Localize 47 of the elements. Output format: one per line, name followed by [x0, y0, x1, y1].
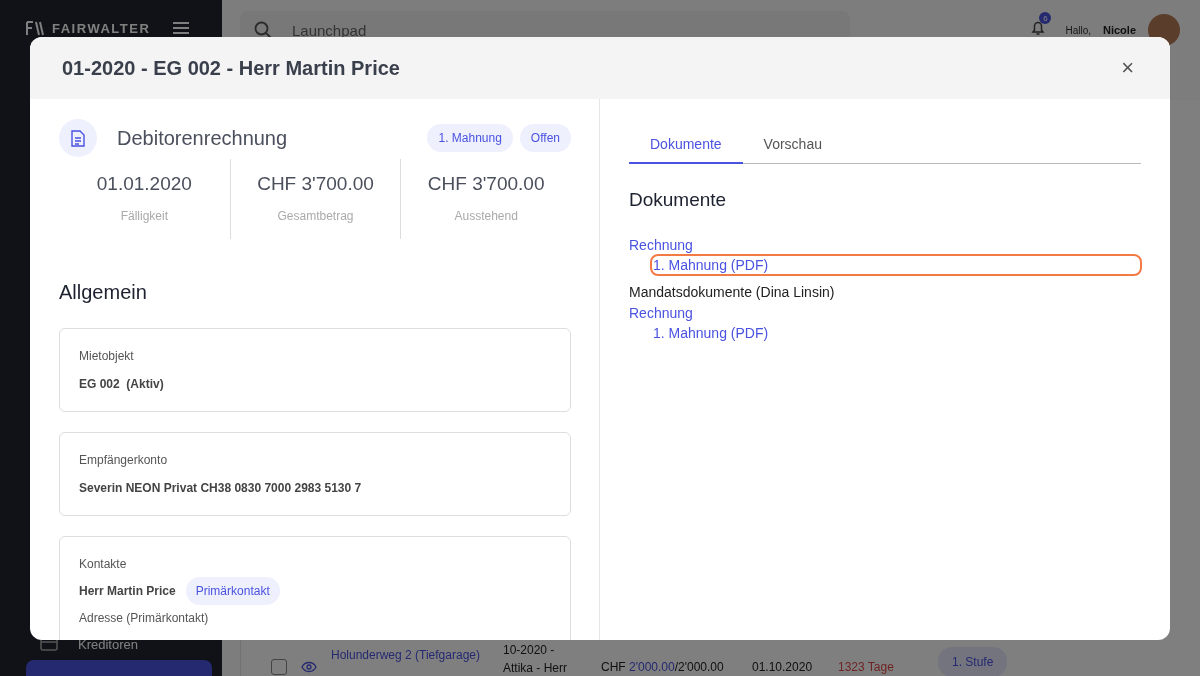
status-badge: Offen — [519, 124, 571, 152]
field-label: Kontakte — [79, 557, 128, 571]
contact-tag: Primärkontakt — [185, 577, 280, 605]
field-value: EG 002 (Aktiv) — [79, 377, 164, 391]
group-heading: Mandatsdokumente (Dina Linsin) — [629, 284, 835, 300]
document-link[interactable]: 1. Mahnung (PDF) — [653, 325, 769, 341]
menu-icon[interactable] — [172, 21, 190, 35]
dialog-title: 01-2020 - EG 002 - Herr Martin Price — [62, 56, 400, 80]
field-label: Adresse (Primärkontakt) — [79, 611, 210, 625]
table-cell-text: CHF 2'000.00/2'000.00 — [601, 660, 725, 674]
document-link[interactable]: Rechnung — [629, 305, 693, 321]
card-icon — [40, 637, 58, 651]
section-title: Allgemein — [59, 281, 148, 304]
invoice-title: Debitorenrechnung — [117, 126, 288, 150]
status-badge: 1. Stufe — [938, 647, 1008, 676]
eye-icon[interactable] — [301, 661, 317, 673]
table-cell-text: 10-2020 - Attika - Herr — [503, 642, 568, 676]
sidebar-item[interactable]: Kreditoren — [26, 632, 212, 656]
stat-value: 01.01.2020 — [96, 173, 192, 195]
section-title: Dokumente — [629, 189, 728, 211]
status-badge: 1. Mahnung — [427, 124, 513, 152]
field-label: Mietobjekt — [79, 349, 135, 363]
field-label: Empfängerkonto — [79, 453, 169, 467]
search-icon — [254, 21, 272, 39]
greeting-text: Hallo, — [1065, 24, 1091, 36]
tab[interactable]: Dokumente — [629, 125, 743, 164]
table-cell-text: 1323 Tage — [838, 660, 895, 674]
document-icon — [59, 119, 97, 157]
logo-text: FAIRWALTER — [52, 20, 151, 36]
stat-value: CHF 3'700.00 — [427, 173, 545, 195]
property-link[interactable]: Holunderweg 2 (Tiefgarage) — [331, 648, 503, 662]
close-button[interactable]: × — [1117, 55, 1138, 81]
stat-value: CHF 3'700.00 — [257, 173, 374, 195]
document-link[interactable]: Rechnung — [629, 237, 693, 253]
bell-icon[interactable] — [1031, 20, 1046, 36]
notification-badge: 6 — [1039, 12, 1052, 24]
table-cell-text: 01.10.2020 — [752, 660, 814, 674]
contact-name: Herr Martin Price — [79, 584, 176, 598]
stat-label: Fälligkeit — [120, 209, 168, 223]
document-link[interactable]: 1. Mahnung (PDF) — [653, 257, 769, 273]
logo-icon — [26, 20, 46, 36]
user-name: Nicole — [1103, 24, 1136, 36]
checkbox[interactable] — [271, 659, 287, 675]
field-value: Severin NEON Privat CH38 0830 7000 2983 5130 7 — [79, 481, 362, 495]
stat-label: Gesamtbetrag — [277, 209, 354, 223]
stat-label: Ausstehend — [454, 209, 518, 223]
tab[interactable]: Vorschau — [742, 125, 843, 164]
